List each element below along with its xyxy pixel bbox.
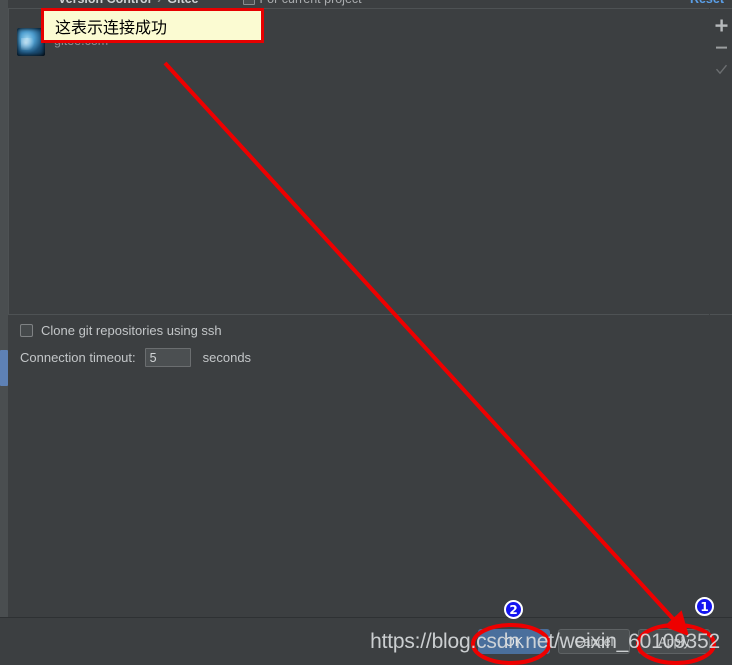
annotation-note: 这表示连接成功 xyxy=(41,8,264,43)
checkbox-box-icon xyxy=(242,0,255,5)
accounts-toolbar xyxy=(710,8,732,315)
add-account-button[interactable] xyxy=(710,14,732,36)
settings-dialog: Version Control › Gitee For current proj… xyxy=(0,0,732,665)
minus-icon xyxy=(715,46,727,49)
connection-timeout-label: Connection timeout: xyxy=(20,350,136,365)
connection-timeout-input[interactable] xyxy=(144,348,191,367)
breadcrumb-page: Gitee xyxy=(167,0,198,6)
checkbox-box-icon xyxy=(20,324,33,337)
plus-icon xyxy=(715,19,727,31)
clone-ssh-checkbox[interactable]: Clone git repositories using ssh xyxy=(20,323,732,338)
clone-ssh-label: Clone git repositories using ssh xyxy=(41,323,222,338)
checkmark-icon xyxy=(715,64,727,74)
accounts-list-panel[interactable]: gitee.com xyxy=(8,8,709,315)
step-marker-1: 1 xyxy=(695,597,714,616)
remove-account-button[interactable] xyxy=(710,36,732,58)
connection-timeout-row: Connection timeout: seconds xyxy=(20,348,732,367)
breadcrumb: Version Control › Gitee For current proj… xyxy=(0,0,732,8)
breadcrumb-section[interactable]: Version Control xyxy=(58,0,151,6)
step-marker-2: 2 xyxy=(504,600,523,619)
for-current-project-checkbox[interactable]: For current project xyxy=(242,0,362,6)
breadcrumb-separator: › xyxy=(157,0,161,6)
for-current-project-label: For current project xyxy=(260,0,362,6)
annotation-note-text: 这表示连接成功 xyxy=(55,17,168,37)
settings-section: Clone git repositories using ssh Connect… xyxy=(0,316,732,367)
watermark-url: https://blog.csdn.net/weixin_60109352 xyxy=(370,630,720,653)
reset-link[interactable]: Reset xyxy=(690,0,724,6)
seconds-label: seconds xyxy=(202,350,252,365)
set-default-account-button[interactable] xyxy=(710,58,732,80)
